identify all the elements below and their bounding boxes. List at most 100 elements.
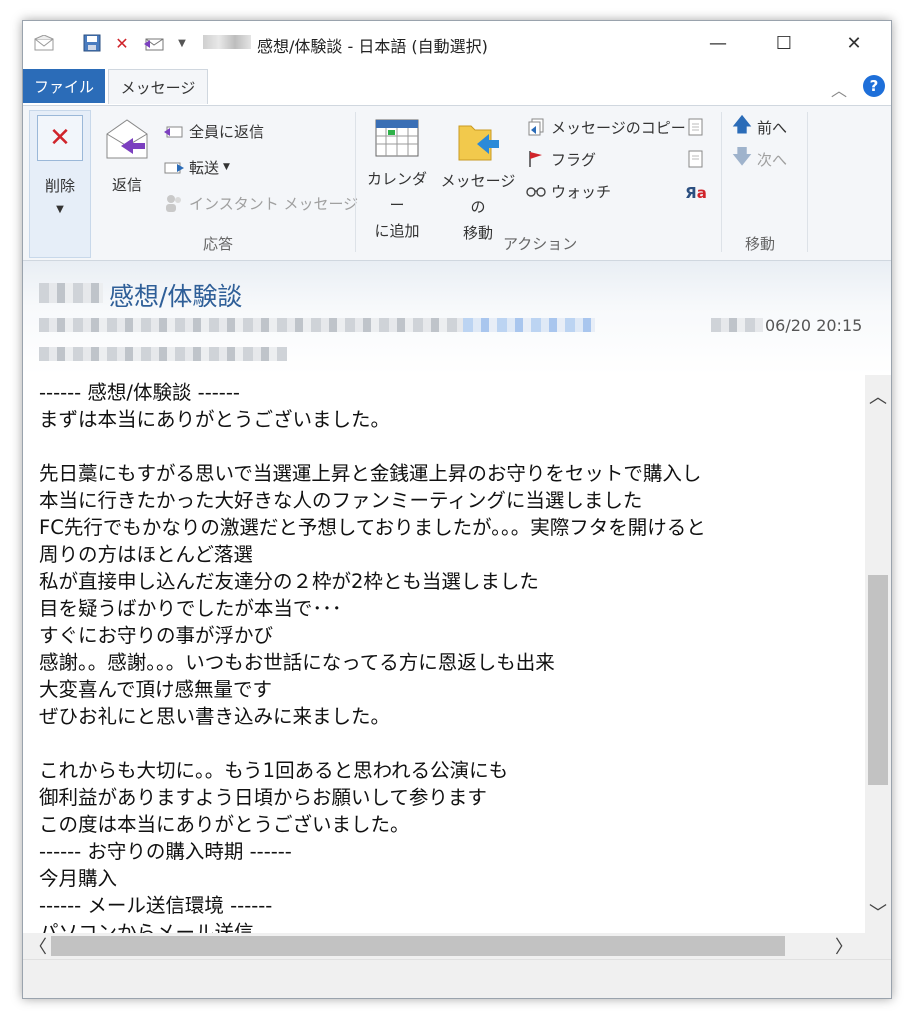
scrollbar-corner <box>865 933 891 959</box>
body-line: 目を疑うばかりでしたが本当で･･･ <box>39 597 342 620</box>
scroll-down-icon[interactable]: ﹀ <box>865 899 891 925</box>
instant-message-label: インスタント メッセージ <box>189 194 359 213</box>
flag-icon <box>525 148 547 170</box>
body-line: ------ 感想/体験談 ------ <box>39 381 240 404</box>
delete-button[interactable]: ✕ 削除 ▼ <box>29 110 91 258</box>
glasses-icon <box>525 180 547 202</box>
horizontal-scrollbar[interactable]: 〈 〉 <box>23 933 865 959</box>
close-button[interactable]: ✕ <box>825 21 883 65</box>
body-line: 周りの方はほとんど落選 <box>39 543 253 566</box>
instant-message-button[interactable]: インスタント メッセージ <box>163 192 358 214</box>
move-message-label-1: メッセージの <box>440 172 516 216</box>
copy-message-button[interactable]: メッセージのコピー <box>525 116 686 138</box>
message-body: ------ 感想/体験談 ------ まずは本当にありがとうございました。先日… <box>23 375 865 933</box>
forward-icon <box>163 156 185 178</box>
vertical-scrollbar[interactable]: ︿ ﹀ <box>865 375 891 933</box>
group-label-respond: 応答 <box>203 235 234 253</box>
move-message-label-2: 移動 <box>462 224 493 242</box>
body-line: 大変喜んで頂け感無量です <box>39 678 273 701</box>
sender-redacted <box>39 283 103 303</box>
watch-button[interactable]: ウォッチ <box>525 180 611 202</box>
tab-file[interactable]: ファイル <box>23 69 105 103</box>
encoding-button[interactable]: Яa <box>685 182 711 204</box>
forward-button[interactable]: 転送 ▼ <box>163 156 230 178</box>
tab-message[interactable]: メッセージ <box>108 69 208 104</box>
horizontal-scroll-thumb[interactable] <box>51 936 785 956</box>
flag-button[interactable]: フラグ <box>525 148 596 170</box>
document-icon <box>685 116 707 138</box>
collapse-ribbon-icon[interactable]: ︿ <box>831 77 847 101</box>
next-button[interactable]: 🡇 次へ <box>731 144 788 170</box>
body-line: ------ メール送信環境 ------ <box>39 894 273 917</box>
from-link-redacted[interactable] <box>463 318 595 332</box>
copy-message-label: メッセージのコピー <box>551 118 686 137</box>
title-bar: ✕ ▼ 感想/体験談 - 日本語 (自動選択) — ☐ ✕ <box>23 21 891 65</box>
save-icon[interactable] <box>81 32 103 54</box>
move-message-button[interactable]: メッセージの 移動 <box>435 116 521 246</box>
reply-all-button[interactable]: 全員に返信 <box>163 120 264 142</box>
scroll-left-icon[interactable]: 〈 <box>25 933 51 959</box>
page-icon <box>685 148 707 170</box>
body-line: この度は本当にありがとうございました。 <box>39 813 410 836</box>
sender-name-redacted <box>203 35 251 49</box>
message-datetime: 06/20 20:15 <box>765 316 863 335</box>
body-line: パソコンからメール送信 <box>39 921 254 933</box>
reply-label: 返信 <box>111 176 142 194</box>
delete-label: 削除 <box>44 177 75 195</box>
from-address-redacted <box>39 318 463 332</box>
reply-quick-icon[interactable] <box>143 32 165 54</box>
reply-icon <box>106 119 148 159</box>
scroll-up-icon[interactable]: ︿ <box>865 383 891 409</box>
delete-dropdown-icon: ▼ <box>56 204 64 215</box>
reply-all-label: 全員に返信 <box>189 122 265 141</box>
vertical-scroll-thumb[interactable] <box>868 575 888 785</box>
message-header: 感想/体験談 06/20 20:15 <box>23 261 891 375</box>
ribbon-tabs: ファイル メッセージ ︿ ? <box>23 65 891 105</box>
reply-button[interactable]: 返信 <box>101 116 153 195</box>
watch-label: ウォッチ <box>551 182 612 201</box>
body-line: すぐにお守りの事が浮かび <box>39 624 274 647</box>
body-line: 先日藁にもすがる思いで当選運上昇と金銭運上昇のお守りをセットで購入し <box>39 462 702 485</box>
group-label-action: アクション <box>503 235 578 253</box>
body-line: 本当に行きたかった大好きな人のファンミーティングに当選しました <box>39 489 643 512</box>
previous-button[interactable]: 🡅 前へ <box>731 112 787 138</box>
body-line: 感謝。。感謝。。。いつもお世話になってる方に恩返しも出来 <box>39 651 555 674</box>
forward-dropdown-icon: ▼ <box>223 162 230 172</box>
status-bar <box>23 959 891 998</box>
maximize-button[interactable]: ☐ <box>755 21 813 65</box>
quick-access-dropdown-icon[interactable]: ▼ <box>171 32 193 54</box>
mail-window: ✕ ▼ 感想/体験談 - 日本語 (自動選択) — ☐ ✕ ファイル メッセージ… <box>22 20 892 999</box>
flag-label: フラグ <box>551 150 597 169</box>
group-label-move: 移動 <box>745 235 776 253</box>
to-address-redacted <box>39 347 287 361</box>
help-icon[interactable]: ? <box>863 75 885 97</box>
body-line: 御利益がありますよう日頃からお願いして参ります <box>39 786 487 809</box>
group-divider <box>807 112 808 252</box>
mark-document-button[interactable] <box>685 116 711 138</box>
group-divider <box>721 112 722 252</box>
group-divider <box>355 112 356 252</box>
date-redacted <box>711 318 763 332</box>
next-label: 次へ <box>757 150 788 169</box>
add-calendar-button[interactable]: カレンダー に追加 <box>361 116 433 244</box>
add-calendar-label-1: カレンダー <box>366 170 427 214</box>
window-title: 感想/体験談 - 日本語 (自動選択) <box>257 37 488 56</box>
message-subject: 感想/体験談 <box>109 282 243 311</box>
delete-icon[interactable]: ✕ <box>111 32 133 54</box>
scroll-right-icon[interactable]: 〉 <box>831 933 857 959</box>
body-line: 今月購入 <box>39 867 118 890</box>
copy-icon <box>525 116 547 138</box>
body-line: ぜひお礼にと思い書き込みに来ました。 <box>39 705 391 728</box>
add-calendar-label-2: に追加 <box>374 222 420 240</box>
view-source-button[interactable] <box>685 148 711 170</box>
ribbon: ✕ 削除 ▼ 返信 全員に返信 転送 ▼ インスタント メッセージ 応答 カレン… <box>23 105 891 261</box>
body-line: まずは本当にありがとうございました。 <box>39 408 391 431</box>
calendar-icon <box>375 119 419 157</box>
forward-label: 転送 <box>189 158 220 177</box>
folder-move-icon <box>458 125 499 161</box>
body-line: ------ お守りの購入時期 ------ <box>39 840 292 863</box>
arrow-down-icon: 🡇 <box>731 144 753 168</box>
body-line: FC先行でもかなりの激選だと予想しておりましたが。。。実際フタを開けると <box>39 516 706 539</box>
minimize-button[interactable]: — <box>689 21 747 65</box>
people-icon <box>163 192 185 214</box>
